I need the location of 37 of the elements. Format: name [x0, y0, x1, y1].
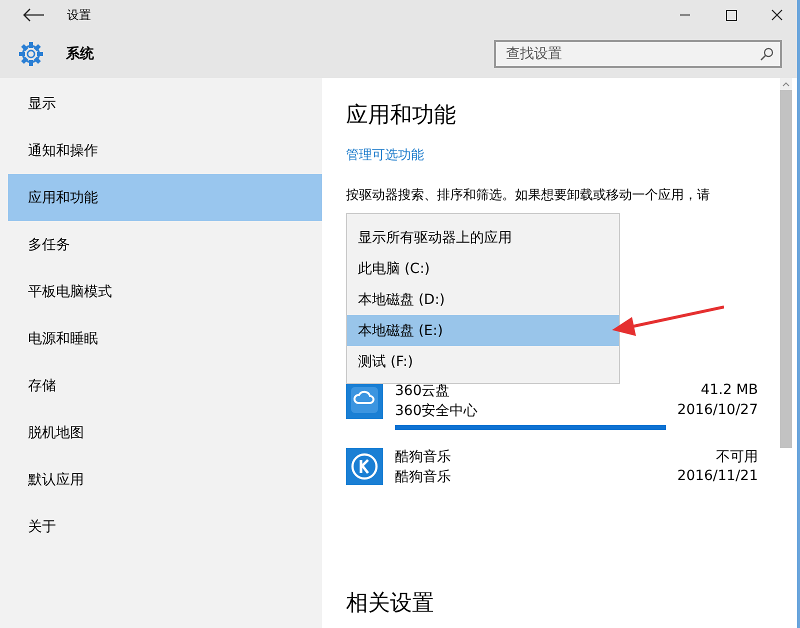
app-publisher: 酷狗音乐 — [395, 468, 451, 487]
search-icon[interactable] — [760, 47, 774, 61]
app-size: 41.2 MB — [700, 382, 758, 400]
section-title: 相关设置 — [346, 590, 434, 618]
dropdown-option[interactable]: 此电脑 (C:) — [347, 253, 619, 284]
dropdown-option[interactable]: 测试 (F:) — [347, 346, 619, 377]
sidebar-item[interactable]: 平板电脑模式 — [8, 268, 322, 315]
sidebar-item[interactable]: 多任务 — [8, 221, 322, 268]
settings-icon — [18, 41, 44, 67]
app-date: 2016/11/21 — [677, 468, 758, 486]
scrollbar[interactable] — [780, 90, 792, 448]
description-text: 按驱动器搜索、排序和筛选。如果想要卸载或移动一个应用，请 — [346, 187, 711, 204]
app-publisher: 360安全中心 — [395, 402, 478, 421]
optional-features-link[interactable]: 管理可选功能 — [346, 146, 424, 164]
dropdown-option[interactable]: 显示所有驱动器上的应用 — [347, 222, 619, 253]
page-title: 系统 — [66, 45, 95, 63]
sidebar-item[interactable]: 关于 — [8, 503, 322, 550]
app-size: 不可用 — [716, 448, 758, 467]
cloud-app-icon — [346, 382, 383, 419]
sidebar-item[interactable]: 默认应用 — [8, 456, 322, 503]
sidebar-item[interactable]: 脱机地图 — [8, 409, 322, 456]
section-title: 应用和功能 — [346, 102, 457, 130]
sidebar-item[interactable]: 电源和睡眠 — [8, 315, 322, 362]
sidebar-item[interactable]: 通知和操作 — [8, 127, 322, 174]
k-app-icon — [346, 448, 383, 485]
app-name: 酷狗音乐 — [395, 448, 451, 467]
window-title: 设置 — [67, 6, 92, 24]
scroll-up-icon[interactable] — [780, 78, 792, 90]
back-icon[interactable] — [22, 8, 46, 22]
sidebar-item[interactable]: 应用和功能 — [8, 174, 322, 221]
app-name: 360云盘 — [395, 382, 450, 401]
dropdown-option[interactable]: 本地磁盘 (E:) — [347, 315, 619, 346]
app-date: 2016/10/27 — [677, 402, 758, 420]
sidebar-item[interactable]: 存储 — [8, 362, 322, 409]
search-field[interactable]: 查找设置 — [494, 40, 782, 68]
dropdown-option[interactable]: 本地磁盘 (D:) — [347, 284, 619, 315]
sidebar-item[interactable]: 显示 — [8, 80, 322, 127]
